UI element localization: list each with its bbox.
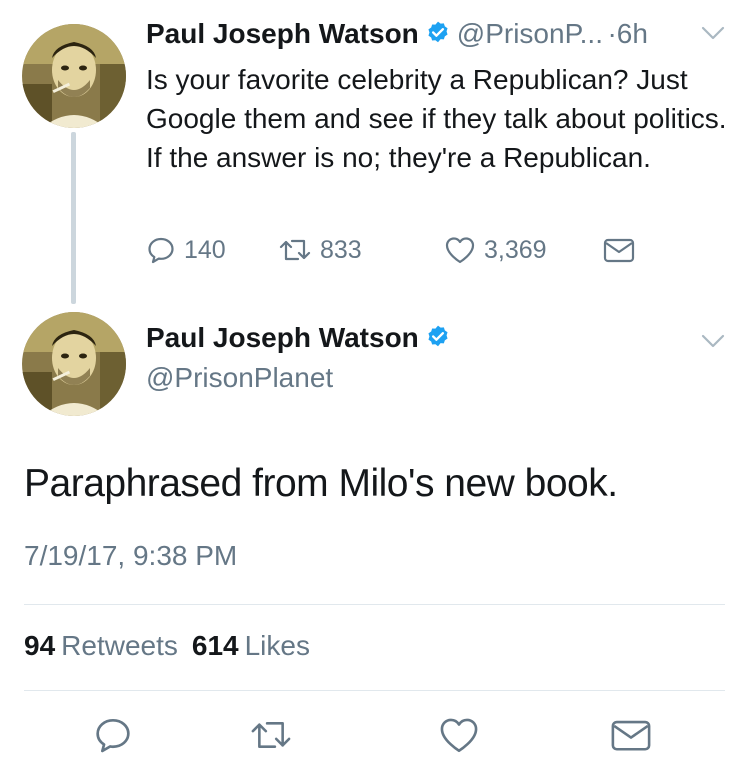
divider bbox=[24, 690, 725, 691]
author-name[interactable]: Paul Joseph Watson bbox=[146, 18, 419, 49]
chevron-down-icon[interactable] bbox=[700, 24, 726, 47]
time-ago[interactable]: 6h bbox=[617, 18, 648, 49]
retweets-stat[interactable]: 94 Retweets bbox=[24, 630, 192, 661]
tweet2-text: Paraphrased from Milo's new book. bbox=[24, 462, 618, 505]
separator-dot: · bbox=[607, 18, 617, 49]
retweet-icon bbox=[278, 235, 312, 265]
heart-icon bbox=[438, 715, 480, 760]
direct-message-button[interactable] bbox=[602, 230, 636, 270]
like-button[interactable]: 3,369 bbox=[444, 230, 547, 270]
tweet-timestamp: 7/19/17, 9:38 PM bbox=[24, 540, 238, 571]
thread-connector-line bbox=[71, 132, 76, 304]
avatar[interactable] bbox=[22, 312, 126, 416]
envelope-icon bbox=[602, 235, 636, 265]
like-button[interactable] bbox=[434, 712, 484, 762]
engagement-stats: 94 Retweets 614 Likes bbox=[24, 630, 324, 662]
tweet1-actions: 140 833 3,369 bbox=[146, 230, 706, 270]
author-handle[interactable]: @PrisonP... bbox=[457, 18, 603, 49]
reply-icon bbox=[146, 235, 176, 265]
retweet-button[interactable] bbox=[246, 712, 296, 762]
like-count: 3,369 bbox=[484, 235, 547, 264]
verified-badge-icon bbox=[425, 20, 451, 51]
verified-badge-icon bbox=[425, 324, 451, 355]
chevron-down-icon[interactable] bbox=[700, 332, 726, 355]
author-name[interactable]: Paul Joseph Watson bbox=[146, 322, 419, 353]
retweet-label: Retweets bbox=[61, 630, 178, 661]
like-label: Likes bbox=[244, 630, 310, 661]
divider bbox=[24, 604, 725, 605]
retweet-icon bbox=[249, 715, 293, 760]
detail-action-bar bbox=[0, 712, 749, 762]
tweet1-text: Is your favorite celebrity a Republican?… bbox=[146, 64, 727, 173]
tweet1-header: Paul Joseph Watson @PrisonP... ·6h bbox=[146, 18, 736, 58]
reply-button[interactable]: 140 bbox=[146, 230, 226, 270]
tweet2-header: Paul Joseph Watson bbox=[146, 322, 451, 355]
direct-message-button[interactable] bbox=[606, 712, 656, 762]
reply-button[interactable] bbox=[88, 712, 138, 762]
reply-count: 140 bbox=[184, 235, 226, 264]
retweet-count: 833 bbox=[320, 235, 362, 264]
retweet-total: 94 bbox=[24, 630, 56, 661]
retweet-button[interactable]: 833 bbox=[278, 230, 362, 270]
like-total: 614 bbox=[191, 630, 239, 661]
envelope-icon bbox=[609, 715, 653, 760]
heart-icon bbox=[444, 235, 476, 265]
likes-stat[interactable]: 614 Likes bbox=[192, 630, 324, 661]
avatar[interactable] bbox=[22, 24, 126, 128]
reply-icon bbox=[93, 715, 133, 760]
author-handle[interactable]: @PrisonPlanet bbox=[146, 362, 333, 394]
